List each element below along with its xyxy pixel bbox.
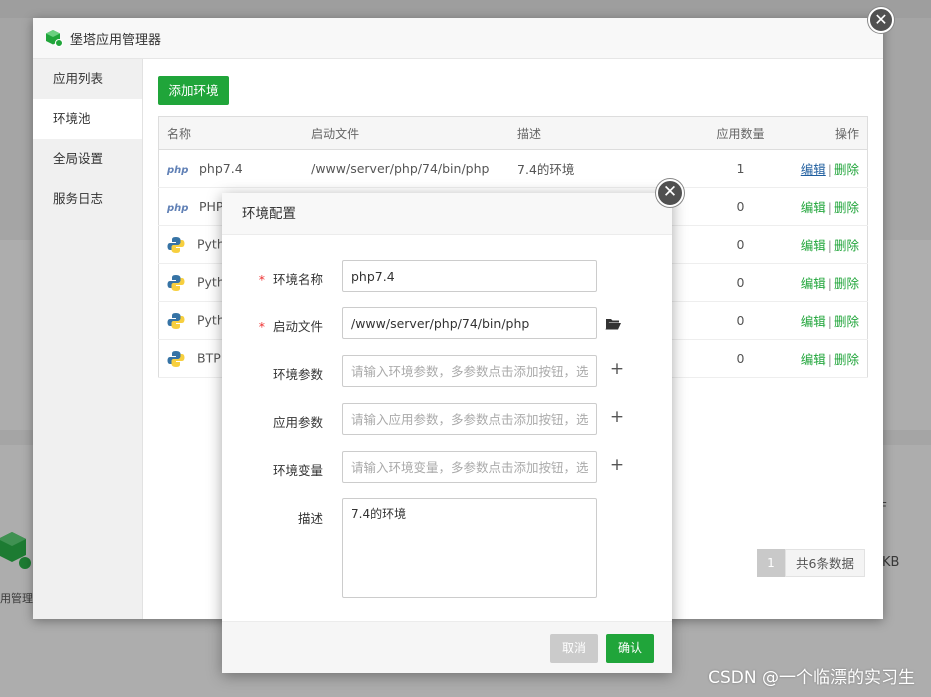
column-header-actions: 操作 (792, 116, 868, 150)
add-env-var-icon[interactable]: + (607, 455, 627, 475)
delete-link[interactable]: 删除 (834, 238, 859, 253)
python-icon (167, 350, 185, 367)
python-icon (167, 236, 185, 253)
actions-cell: 编辑 | 删除 (792, 263, 868, 302)
pagination: 1 共6条数据 (757, 549, 865, 577)
add-env-param-icon[interactable]: + (607, 359, 627, 379)
sidebar-item-service-log[interactable]: 服务日志 (33, 179, 142, 219)
app-count-cell: 0 (688, 263, 793, 302)
action-separator: | (827, 314, 832, 329)
app-count-cell: 1 (688, 149, 793, 188)
column-header-name: 名称 (158, 116, 304, 150)
edit-link[interactable]: 编辑 (801, 276, 826, 291)
env-name-label: * 环境名称 (258, 272, 323, 287)
php-icon: php (167, 165, 189, 176)
actions-cell: 编辑 | 删除 (792, 187, 868, 226)
app-cube-icon (46, 30, 63, 47)
description-label: 描述 (297, 511, 323, 526)
sidebar-item-global-settings[interactable]: 全局设置 (33, 139, 142, 179)
column-header-app-count: 应用数量 (688, 116, 793, 150)
env-name-cell: Pyth (197, 312, 225, 327)
start-file-cell: /www/server/php/74/bin/php (303, 149, 510, 188)
app-params-input[interactable] (342, 403, 597, 435)
env-vars-label: 环境变量 (272, 463, 323, 478)
actions-cell: 编辑 | 删除 (792, 339, 868, 378)
sidebar: 应用列表 环境池 全局设置 服务日志 (33, 59, 143, 619)
env-name-cell: Pyth (197, 274, 225, 289)
edit-link[interactable]: 编辑 (801, 162, 826, 177)
start-file-label: * 启动文件 (258, 319, 323, 334)
column-header-description: 描述 (509, 116, 689, 150)
app-count-cell: 0 (688, 187, 793, 226)
action-separator: | (827, 352, 832, 367)
action-separator: | (827, 162, 832, 177)
csdn-watermark: CSDN @一个临漂的实习生 (708, 668, 915, 688)
python-icon (167, 312, 185, 329)
required-mark: * (258, 272, 265, 287)
delete-link[interactable]: 删除 (834, 276, 859, 291)
add-environment-button[interactable]: 添加环境 (158, 76, 229, 105)
folder-open-icon[interactable] (605, 317, 621, 330)
actions-cell: 编辑 | 删除 (792, 301, 868, 340)
actions-cell: 编辑 | 删除 (792, 225, 868, 264)
delete-link[interactable]: 删除 (834, 162, 859, 177)
dialog-close-button[interactable]: ✕ (656, 179, 684, 207)
env-name-input[interactable] (342, 260, 597, 292)
page-number-current[interactable]: 1 (757, 549, 785, 577)
app-count-cell: 0 (688, 301, 793, 340)
action-separator: | (827, 238, 832, 253)
window-titlebar: 堡塔应用管理器 (33, 18, 883, 59)
dialog-title: 环境配置 (222, 193, 672, 235)
edit-link[interactable]: 编辑 (801, 238, 826, 253)
confirm-button[interactable]: 确认 (606, 634, 654, 663)
description-textarea[interactable]: 7.4的环境 (342, 498, 597, 598)
pagination-summary: 共6条数据 (785, 549, 865, 577)
sidebar-item-app-list[interactable]: 应用列表 (33, 59, 142, 99)
table-row: php php7.4 /www/server/php/74/bin/php 7.4… (158, 149, 868, 188)
edit-link[interactable]: 编辑 (801, 352, 826, 367)
start-file-input[interactable] (342, 307, 597, 339)
add-app-param-icon[interactable]: + (607, 407, 627, 427)
env-name-cell: Pyth (197, 236, 225, 251)
environment-config-dialog: 环境配置 ✕ *环境名称 *启动文件 环境参数 + 应用参数 + 环境变量 + … (222, 179, 684, 673)
table-header-row: 名称 启动文件 描述 应用数量 操作 (158, 116, 868, 150)
action-separator: | (827, 200, 832, 215)
window-close-button[interactable]: ✕ (868, 7, 894, 33)
env-name-cell: php7.4 (199, 161, 243, 176)
delete-link[interactable]: 删除 (834, 200, 859, 215)
app-params-label: 应用参数 (272, 415, 323, 430)
php-icon: php (167, 203, 189, 214)
sidebar-item-env-pool[interactable]: 环境池 (33, 99, 142, 139)
window-title: 堡塔应用管理器 (70, 32, 162, 48)
python-icon (167, 274, 185, 291)
env-name-cell: BTP (197, 350, 221, 365)
cancel-button[interactable]: 取消 (550, 634, 598, 663)
edit-link[interactable]: 编辑 (801, 314, 826, 329)
dialog-footer: 取消 确认 (222, 621, 672, 673)
env-vars-input[interactable] (342, 451, 597, 483)
delete-link[interactable]: 删除 (834, 314, 859, 329)
delete-link[interactable]: 删除 (834, 352, 859, 367)
env-params-label: 环境参数 (272, 367, 323, 382)
edit-link[interactable]: 编辑 (801, 200, 826, 215)
actions-cell: 编辑 | 删除 (792, 149, 868, 188)
env-params-input[interactable] (342, 355, 597, 387)
required-mark: * (258, 319, 265, 334)
env-name-cell: PHP (199, 199, 224, 214)
column-header-start-file: 启动文件 (303, 116, 510, 150)
app-count-cell: 0 (688, 339, 793, 378)
app-count-cell: 0 (688, 225, 793, 264)
action-separator: | (827, 276, 832, 291)
